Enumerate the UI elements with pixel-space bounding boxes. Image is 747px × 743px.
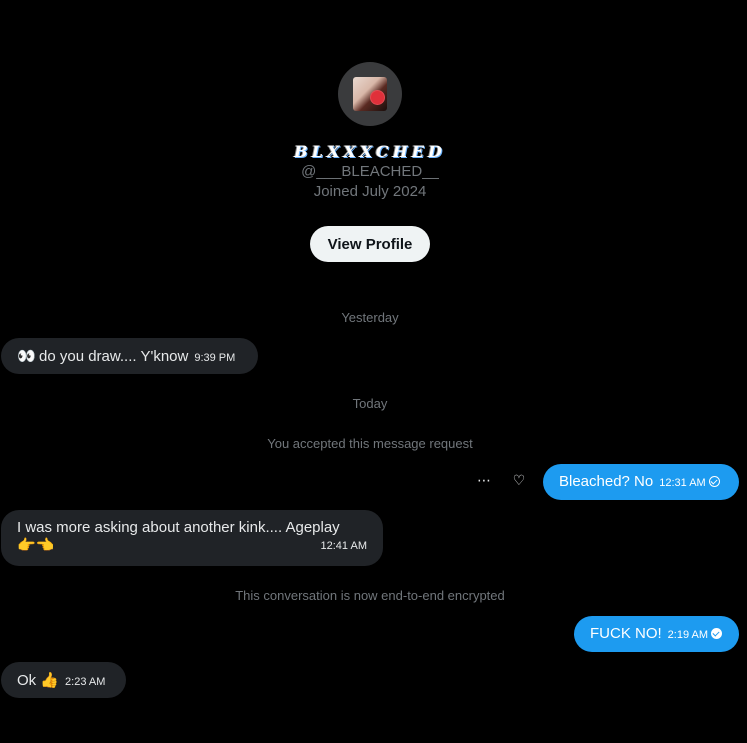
- request-accepted-notice: You accepted this message request: [267, 436, 473, 451]
- read-status-icon: [711, 628, 723, 639]
- message-time: 2:19 AM: [667, 629, 709, 641]
- user-handle: @___BLEACHED__: [301, 163, 439, 180]
- pointing-emoji: 👉👈: [17, 537, 55, 554]
- message-text: do you draw.... Y'know: [39, 348, 189, 365]
- message-bubble-outgoing[interactable]: Bleached? No 12:31 AM: [543, 464, 739, 500]
- more-icon[interactable]: ⋯: [474, 472, 494, 489]
- view-profile-button[interactable]: View Profile: [310, 226, 430, 262]
- message-text: Bleached? No: [559, 473, 654, 490]
- heart-add-icon[interactable]: ♡: [509, 472, 529, 489]
- joined-date: Joined July 2024: [313, 183, 427, 200]
- sent-status-icon: [708, 476, 720, 487]
- thumbs-up-emoji: 👍: [40, 672, 60, 689]
- date-separator-today: Today: [352, 396, 388, 411]
- display-name: BLXXXCHED: [294, 142, 446, 161]
- message-bubble-incoming[interactable]: Ok 👍 2:23 AM: [1, 662, 126, 698]
- message-text: Ok: [17, 672, 37, 689]
- avatar[interactable]: [338, 62, 402, 126]
- eyes-emoji: 👀: [17, 348, 36, 365]
- message-time: 2:23 AM: [65, 676, 106, 688]
- avatar-image: [353, 77, 387, 111]
- message-bubble-incoming[interactable]: I was more asking about another kink....…: [1, 510, 383, 566]
- message-text: I was more asking about another kink....…: [17, 519, 340, 536]
- message-text: FUCK NO!: [590, 625, 662, 642]
- message-bubble-outgoing[interactable]: FUCK NO! 2:19 AM: [574, 616, 739, 652]
- date-separator-yesterday: Yesterday: [341, 310, 399, 325]
- message-time: 9:39 PM: [194, 352, 236, 364]
- encryption-notice: This conversation is now end-to-end encr…: [235, 588, 505, 603]
- message-time: 12:31 AM: [659, 477, 706, 489]
- message-time: 12:41 AM: [320, 540, 367, 552]
- message-bubble-incoming[interactable]: 👀 do you draw.... Y'know 9:39 PM: [1, 338, 258, 374]
